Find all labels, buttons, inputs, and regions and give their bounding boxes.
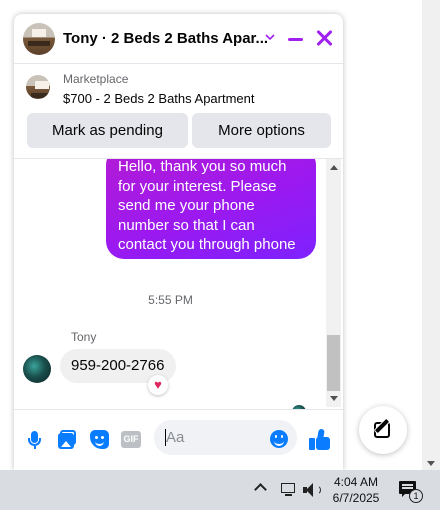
chevron-up-icon[interactable] (254, 483, 267, 496)
sender-name: Tony (71, 330, 97, 344)
scroll-down-icon[interactable] (330, 396, 338, 401)
message-list: Hello, thank you so much for your intere… (14, 159, 343, 409)
taskbar: 4:04 AM 6/7/2025 1 (0, 470, 440, 510)
chat-title[interactable]: Tony · 2 Beds 2 Baths Apar... (63, 30, 268, 47)
microphone-icon[interactable] (25, 430, 45, 450)
scroll-up-icon[interactable] (330, 165, 338, 170)
apartment-photo-icon (23, 23, 55, 55)
chevron-down-icon[interactable] (264, 29, 278, 45)
message-input-placeholder: Aa (166, 429, 185, 446)
listing-title[interactable]: $700 - 2 Beds 2 Baths Apartment (63, 91, 255, 106)
listing-thumbnail[interactable] (26, 75, 50, 99)
page-scrollbar[interactable] (422, 0, 440, 470)
gif-icon[interactable]: GIF (121, 431, 141, 448)
scrollbar-thumb[interactable] (327, 335, 340, 391)
close-icon[interactable] (314, 28, 334, 48)
network-icon[interactable] (279, 481, 297, 499)
clock-date: 6/7/2025 (332, 491, 380, 505)
message-composer: GIF Aa (14, 409, 343, 470)
volume-icon[interactable] (303, 481, 323, 499)
more-options-button[interactable]: More options (192, 113, 331, 148)
tony-avatar[interactable] (23, 355, 51, 383)
chat-header: Tony · 2 Beds 2 Baths Apar... (14, 14, 343, 64)
mark-as-pending-button[interactable]: Mark as pending (27, 113, 188, 148)
thumbs-up-icon[interactable] (309, 428, 331, 451)
sticker-icon[interactable] (90, 430, 110, 450)
message-scrollbar[interactable] (326, 159, 341, 407)
photo-icon[interactable] (58, 430, 78, 450)
clock[interactable]: 4:04 AM 6/7/2025 (326, 474, 386, 506)
chat-window: Tony · 2 Beds 2 Baths Apar... Marketplac… (14, 14, 343, 470)
page-scroll-down-icon[interactable] (427, 461, 435, 466)
heart-reaction-icon[interactable]: ♥ (148, 375, 168, 395)
outgoing-message[interactable]: Hello, thank you so much for your intere… (106, 159, 316, 259)
minimize-icon[interactable] (288, 38, 303, 41)
listing-source: Marketplace (63, 72, 129, 86)
message-timestamp: 5:55 PM (148, 293, 193, 307)
notification-count-badge: 1 (409, 489, 423, 503)
clock-time: 4:04 AM (333, 475, 379, 489)
apartment-photo-icon (26, 75, 50, 99)
emoji-icon[interactable] (270, 430, 288, 448)
listing-avatar[interactable] (23, 23, 55, 55)
new-message-button[interactable] (359, 406, 407, 454)
marketplace-listing-banner: Marketplace $700 - 2 Beds 2 Baths Apartm… (14, 65, 343, 159)
